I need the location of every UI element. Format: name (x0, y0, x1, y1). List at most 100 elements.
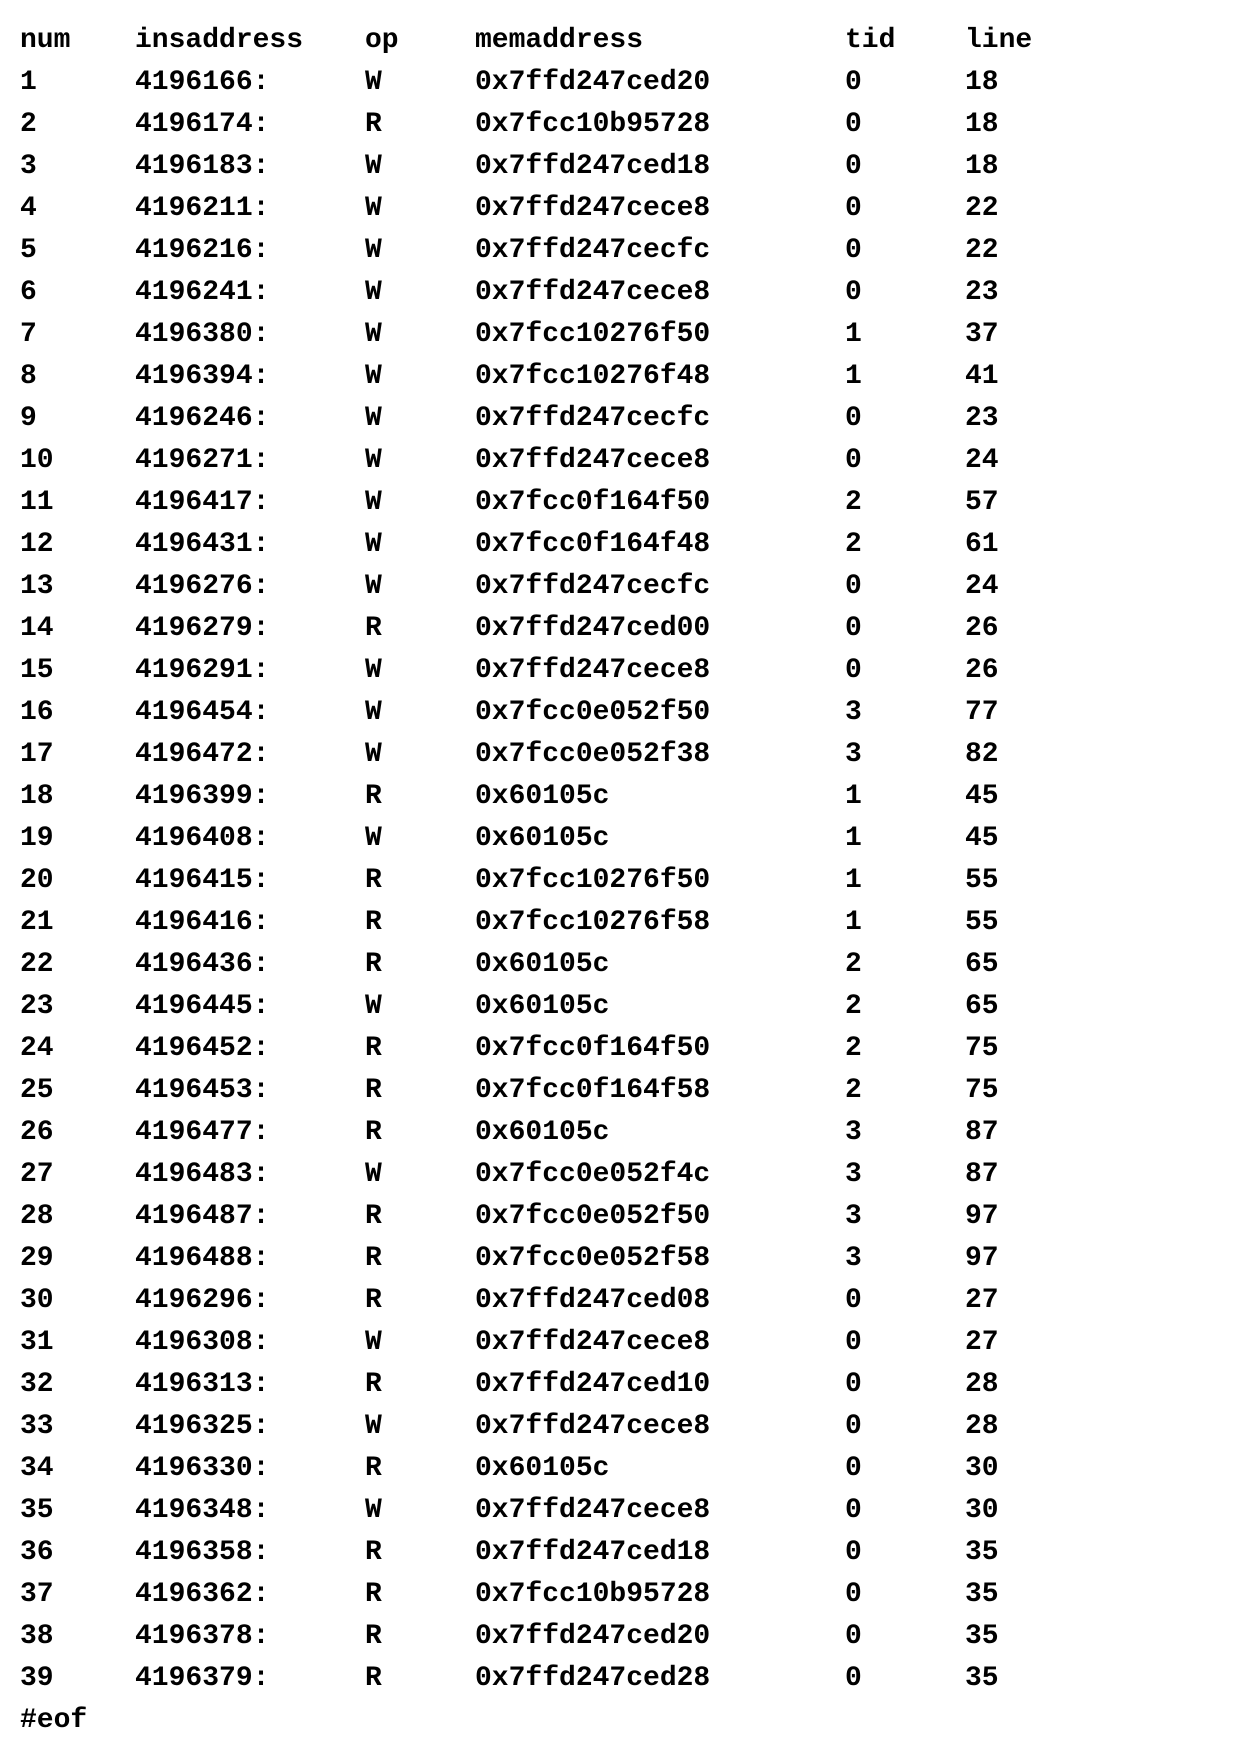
table-row: 234196445:W0x60105c265 (20, 986, 1220, 1028)
cell-op: W (365, 1490, 475, 1532)
cell-memaddress: 0x7fcc10276f58 (475, 902, 845, 944)
table-row: 394196379:R0x7ffd247ced28035 (20, 1658, 1220, 1700)
cell-insaddress: 4196453: (135, 1070, 365, 1112)
cell-num: 6 (20, 272, 135, 314)
table-row: 324196313:R0x7ffd247ced10028 (20, 1364, 1220, 1406)
cell-num: 30 (20, 1280, 135, 1322)
cell-op: W (365, 734, 475, 776)
cell-memaddress: 0x7ffd247cece8 (475, 1322, 845, 1364)
cell-op: R (365, 1238, 475, 1280)
header-tid: tid (845, 20, 965, 62)
cell-line: 35 (965, 1616, 1220, 1658)
cell-memaddress: 0x7ffd247ced08 (475, 1280, 845, 1322)
table-row: 64196241:W0x7ffd247cece8023 (20, 272, 1220, 314)
cell-insaddress: 4196417: (135, 482, 365, 524)
cell-num: 32 (20, 1364, 135, 1406)
cell-tid: 0 (845, 1406, 965, 1448)
cell-tid: 3 (845, 734, 965, 776)
cell-num: 39 (20, 1658, 135, 1700)
cell-insaddress: 4196487: (135, 1196, 365, 1238)
cell-memaddress: 0x7ffd247cece8 (475, 272, 845, 314)
cell-line: 55 (965, 860, 1220, 902)
cell-line: 45 (965, 818, 1220, 860)
cell-line: 24 (965, 440, 1220, 482)
cell-op: R (365, 902, 475, 944)
cell-insaddress: 4196216: (135, 230, 365, 272)
cell-tid: 0 (845, 1616, 965, 1658)
cell-op: W (365, 650, 475, 692)
cell-op: W (365, 314, 475, 356)
cell-op: R (365, 860, 475, 902)
cell-insaddress: 4196271: (135, 440, 365, 482)
cell-insaddress: 4196276: (135, 566, 365, 608)
cell-insaddress: 4196452: (135, 1028, 365, 1070)
cell-num: 12 (20, 524, 135, 566)
cell-memaddress: 0x60105c (475, 944, 845, 986)
cell-num: 25 (20, 1070, 135, 1112)
cell-line: 87 (965, 1154, 1220, 1196)
table-row: 274196483:W0x7fcc0e052f4c387 (20, 1154, 1220, 1196)
cell-op: W (365, 272, 475, 314)
cell-num: 8 (20, 356, 135, 398)
cell-memaddress: 0x7fcc10276f50 (475, 314, 845, 356)
cell-memaddress: 0x7fcc0f164f50 (475, 1028, 845, 1070)
table-row: 54196216:W0x7ffd247cecfc022 (20, 230, 1220, 272)
cell-tid: 0 (845, 440, 965, 482)
cell-memaddress: 0x7ffd247cece8 (475, 1490, 845, 1532)
cell-insaddress: 4196488: (135, 1238, 365, 1280)
cell-memaddress: 0x7fcc0e052f58 (475, 1238, 845, 1280)
cell-memaddress: 0x7fcc0e052f50 (475, 692, 845, 734)
cell-tid: 2 (845, 986, 965, 1028)
cell-tid: 3 (845, 1238, 965, 1280)
cell-tid: 0 (845, 1658, 965, 1700)
header-insaddress: insaddress (135, 20, 365, 62)
cell-line: 22 (965, 230, 1220, 272)
cell-tid: 2 (845, 524, 965, 566)
table-row: 14196166:W0x7ffd247ced20018 (20, 62, 1220, 104)
cell-num: 1 (20, 62, 135, 104)
table-row: 104196271:W0x7ffd247cece8024 (20, 440, 1220, 482)
cell-num: 22 (20, 944, 135, 986)
cell-line: 23 (965, 272, 1220, 314)
cell-tid: 3 (845, 1112, 965, 1154)
cell-insaddress: 4196454: (135, 692, 365, 734)
cell-memaddress: 0x60105c (475, 776, 845, 818)
cell-insaddress: 4196477: (135, 1112, 365, 1154)
cell-line: 75 (965, 1028, 1220, 1070)
cell-line: 35 (965, 1532, 1220, 1574)
cell-op: W (365, 524, 475, 566)
cell-memaddress: 0x7ffd247cece8 (475, 440, 845, 482)
cell-memaddress: 0x7fcc10276f48 (475, 356, 845, 398)
cell-tid: 2 (845, 1070, 965, 1112)
table-row: 184196399:R0x60105c145 (20, 776, 1220, 818)
cell-num: 24 (20, 1028, 135, 1070)
table-row: 354196348:W0x7ffd247cece8030 (20, 1490, 1220, 1532)
cell-op: W (365, 692, 475, 734)
cell-line: 65 (965, 986, 1220, 1028)
cell-line: 75 (965, 1070, 1220, 1112)
cell-insaddress: 4196380: (135, 314, 365, 356)
cell-num: 15 (20, 650, 135, 692)
table-row: 34196183:W0x7ffd247ced18018 (20, 146, 1220, 188)
cell-insaddress: 4196348: (135, 1490, 365, 1532)
cell-line: 65 (965, 944, 1220, 986)
cell-op: R (365, 1616, 475, 1658)
table-row: 244196452:R0x7fcc0f164f50275 (20, 1028, 1220, 1070)
cell-line: 57 (965, 482, 1220, 524)
cell-num: 7 (20, 314, 135, 356)
cell-memaddress: 0x60105c (475, 818, 845, 860)
table-row: 174196472:W0x7fcc0e052f38382 (20, 734, 1220, 776)
cell-op: R (365, 1196, 475, 1238)
cell-tid: 3 (845, 692, 965, 734)
cell-insaddress: 4196291: (135, 650, 365, 692)
cell-line: 45 (965, 776, 1220, 818)
cell-op: W (365, 440, 475, 482)
cell-memaddress: 0x7fcc10b95728 (475, 104, 845, 146)
cell-insaddress: 4196183: (135, 146, 365, 188)
header-op: op (365, 20, 475, 62)
cell-memaddress: 0x7ffd247cecfc (475, 398, 845, 440)
cell-insaddress: 4196394: (135, 356, 365, 398)
cell-op: R (365, 1112, 475, 1154)
cell-op: R (365, 1028, 475, 1070)
cell-op: R (365, 1364, 475, 1406)
